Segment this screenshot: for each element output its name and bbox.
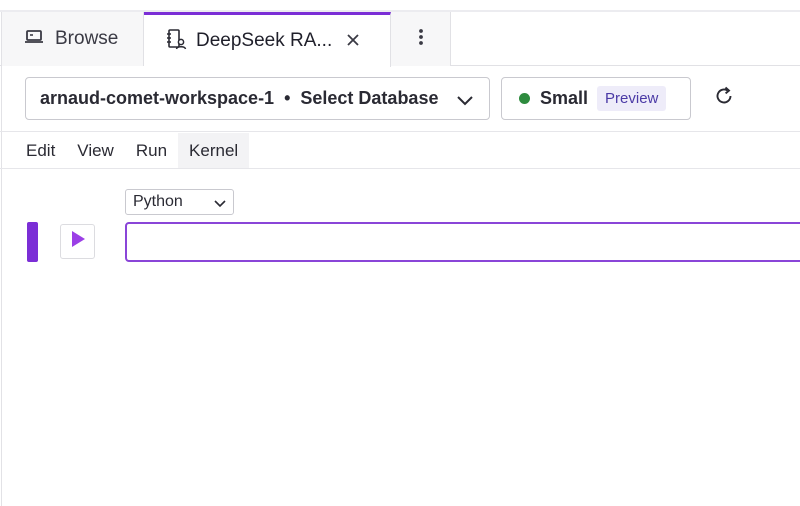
status-dot xyxy=(519,93,530,104)
left-border xyxy=(1,12,2,506)
toolbar-divider xyxy=(0,131,800,132)
menu-view[interactable]: View xyxy=(66,133,125,169)
tab-notebook[interactable]: DeepSeek RA... xyxy=(144,12,391,67)
code-cell-input[interactable] xyxy=(125,222,800,262)
active-cell-indicator xyxy=(27,222,38,262)
warehouse-selector[interactable]: Small Preview xyxy=(501,77,691,120)
separator-dot: • xyxy=(284,88,291,108)
refresh-icon xyxy=(713,85,735,112)
menu-edit[interactable]: Edit xyxy=(15,133,66,169)
play-icon xyxy=(70,230,86,253)
tab-browse-label: Browse xyxy=(55,28,119,49)
tab-browse[interactable]: Browse xyxy=(2,12,144,66)
workspace-name: arnaud-comet-workspace-1 xyxy=(40,88,275,108)
run-cell-button[interactable] xyxy=(60,224,95,259)
menu-kernel[interactable]: Kernel xyxy=(178,133,250,169)
menu-bar: Edit View Run Kernel xyxy=(15,133,250,169)
menu-run[interactable]: Run xyxy=(125,133,178,169)
language-value: Python xyxy=(133,193,183,210)
notebook-icon xyxy=(164,27,188,56)
warehouse-size: Small xyxy=(540,88,589,108)
tab-bar: Browse DeepSeek RA... xyxy=(0,12,800,67)
chevron-down-icon xyxy=(213,197,227,215)
refresh-button[interactable] xyxy=(711,85,737,111)
more-tabs-button[interactable] xyxy=(391,12,451,66)
more-vertical-icon xyxy=(418,28,424,51)
chevron-down-icon xyxy=(455,90,475,115)
workspace-database-selector[interactable]: arnaud-comet-workspace-1 • Select Databa… xyxy=(25,77,490,120)
preview-badge: Preview xyxy=(597,86,667,111)
menu-divider xyxy=(0,168,800,169)
tab-notebook-label: DeepSeek RA... xyxy=(196,30,333,51)
laptop-icon xyxy=(24,29,44,50)
language-select[interactable]: Python xyxy=(125,189,234,215)
database-name: Select Database xyxy=(300,88,439,108)
close-icon[interactable] xyxy=(342,29,364,51)
